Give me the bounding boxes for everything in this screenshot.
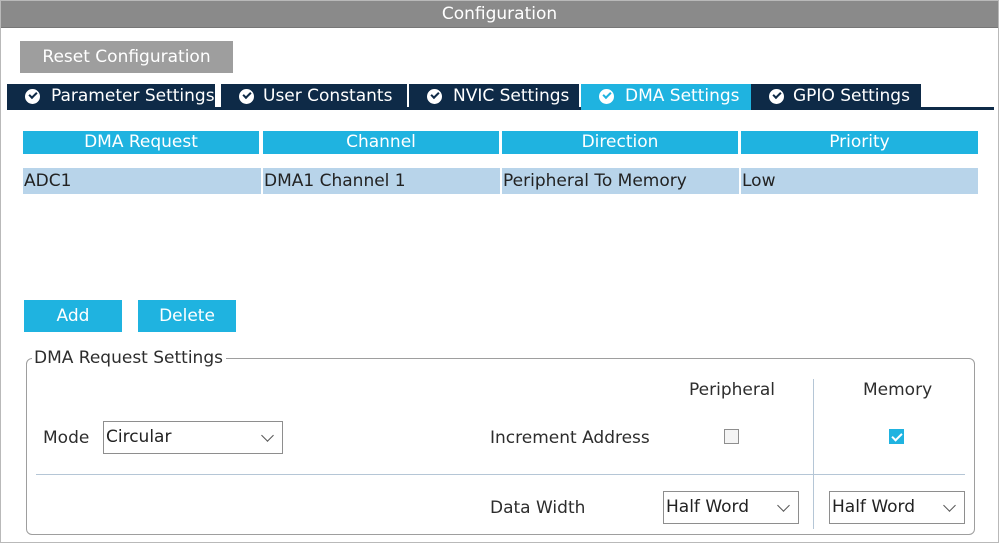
reset-configuration-button[interactable]: Reset Configuration <box>20 41 233 73</box>
configuration-window: Configuration Reset Configuration Parame… <box>0 0 999 543</box>
tab-label: User Constants <box>263 86 393 106</box>
check-circle-icon <box>769 89 784 104</box>
increment-address-label: Increment Address <box>490 428 650 448</box>
check-circle-icon <box>427 89 442 104</box>
tab-bar: Parameter Settings User Constants NVIC S… <box>7 84 994 110</box>
tab-parameter-settings[interactable]: Parameter Settings <box>7 84 215 110</box>
chevron-down-icon <box>943 499 956 512</box>
mode-label: Mode <box>43 428 90 448</box>
column-header-dma-request[interactable]: DMA Request <box>23 131 259 154</box>
group-title: DMA Request Settings <box>32 348 226 368</box>
memory-increment-checkbox[interactable] <box>889 429 904 444</box>
cell-priority: Low <box>739 168 978 194</box>
cell-channel: DMA1 Channel 1 <box>261 168 500 194</box>
column-header-channel[interactable]: Channel <box>263 131 499 154</box>
peripheral-data-width-select[interactable]: Half Word <box>663 491 799 524</box>
add-button[interactable]: Add <box>24 300 122 332</box>
check-circle-icon <box>25 89 40 104</box>
divider <box>36 474 965 475</box>
tab-dma-settings[interactable]: DMA Settings <box>581 84 751 110</box>
chevron-down-icon <box>261 429 274 442</box>
column-header-priority[interactable]: Priority <box>741 131 978 154</box>
check-circle-icon <box>599 89 614 104</box>
peripheral-column-label: Peripheral <box>689 380 775 400</box>
delete-button[interactable]: Delete <box>138 300 236 332</box>
check-circle-icon <box>239 89 254 104</box>
column-divider <box>813 379 814 529</box>
tab-label: NVIC Settings <box>453 86 570 106</box>
tab-nvic-settings[interactable]: NVIC Settings <box>409 84 579 110</box>
mode-select[interactable]: Circular <box>103 421 283 454</box>
data-width-label: Data Width <box>490 498 586 518</box>
peripheral-increment-checkbox[interactable] <box>724 429 739 444</box>
table-header: DMA Request Channel Direction Priority <box>23 131 978 154</box>
memory-data-width-select[interactable]: Half Word <box>829 491 965 524</box>
column-header-direction[interactable]: Direction <box>502 131 738 154</box>
table-row[interactable]: ADC1 DMA1 Channel 1 Peripheral To Memory… <box>23 168 978 194</box>
mode-select-value: Circular <box>106 427 172 447</box>
cell-dma-request: ADC1 <box>24 171 72 191</box>
tab-gpio-settings[interactable]: GPIO Settings <box>751 84 921 110</box>
tab-label: Parameter Settings <box>51 86 215 106</box>
tab-user-constants[interactable]: User Constants <box>221 84 407 110</box>
memory-column-label: Memory <box>863 380 933 400</box>
window-title: Configuration <box>1 1 998 28</box>
tab-label: DMA Settings <box>625 86 740 106</box>
chevron-down-icon <box>777 499 790 512</box>
tab-label: GPIO Settings <box>793 86 910 106</box>
peripheral-data-width-value: Half Word <box>666 497 750 517</box>
cell-direction: Peripheral To Memory <box>500 168 739 194</box>
memory-data-width-value: Half Word <box>832 497 916 517</box>
